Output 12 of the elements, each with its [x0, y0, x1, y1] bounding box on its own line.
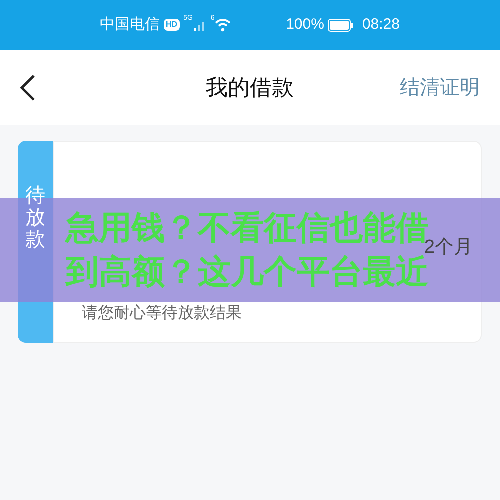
- hd-icon: HD: [164, 19, 180, 31]
- carrier-label: 中国电信: [100, 14, 160, 35]
- waiting-note: 请您耐心等待放款结果: [82, 304, 243, 324]
- settlement-certificate-link[interactable]: 结清证明: [400, 72, 480, 102]
- page-title: 我的借款: [206, 74, 294, 102]
- clock: 08:28: [362, 14, 400, 35]
- signal-icon: [192, 19, 207, 31]
- status-tab-label: 待放款: [26, 185, 46, 253]
- banner-headline: 到高额？这几个平台最近: [66, 253, 429, 292]
- battery-label: 100%: [286, 14, 324, 35]
- battery-icon: [328, 18, 354, 32]
- wifi-icon: [214, 18, 231, 32]
